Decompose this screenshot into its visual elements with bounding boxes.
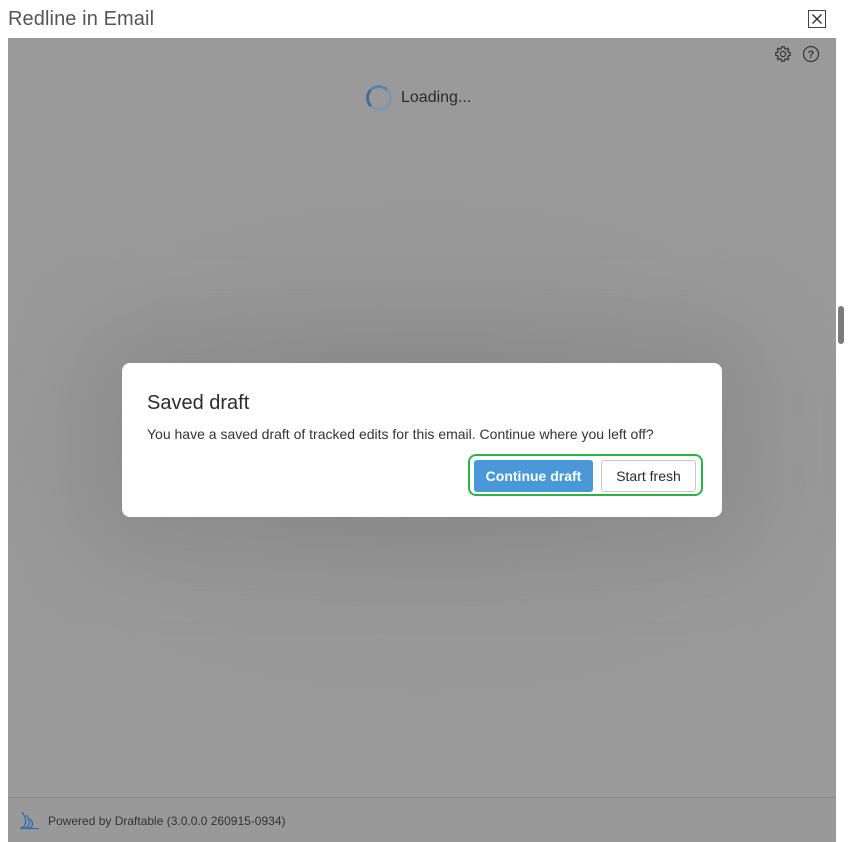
footer: Powered by Draftable (3.0.0.0 260915-093…	[8, 797, 836, 842]
dialog-message: You have a saved draft of tracked edits …	[147, 426, 654, 442]
footer-text: Powered by Draftable (3.0.0.0 260915-093…	[48, 814, 286, 828]
window-title: Redline in Email	[8, 8, 155, 30]
gear-icon	[775, 46, 791, 62]
scrollbar-thumb[interactable]	[838, 306, 844, 344]
spinner-icon	[366, 85, 392, 111]
help-button[interactable]: ?	[802, 45, 820, 63]
help-icon: ?	[802, 45, 820, 63]
svg-text:?: ?	[808, 49, 815, 61]
loading-text: Loading...	[401, 89, 472, 106]
continue-draft-button[interactable]: Continue draft	[474, 460, 593, 492]
settings-button[interactable]	[774, 45, 792, 63]
close-icon	[812, 14, 822, 24]
close-button[interactable]	[808, 10, 826, 28]
loading-indicator: Loading...	[366, 85, 471, 111]
draftable-logo-icon	[19, 811, 39, 830]
start-fresh-button[interactable]: Start fresh	[601, 460, 696, 492]
saved-draft-dialog: Saved draft You have a saved draft of tr…	[122, 363, 722, 517]
dialog-title: Saved draft	[147, 392, 250, 414]
